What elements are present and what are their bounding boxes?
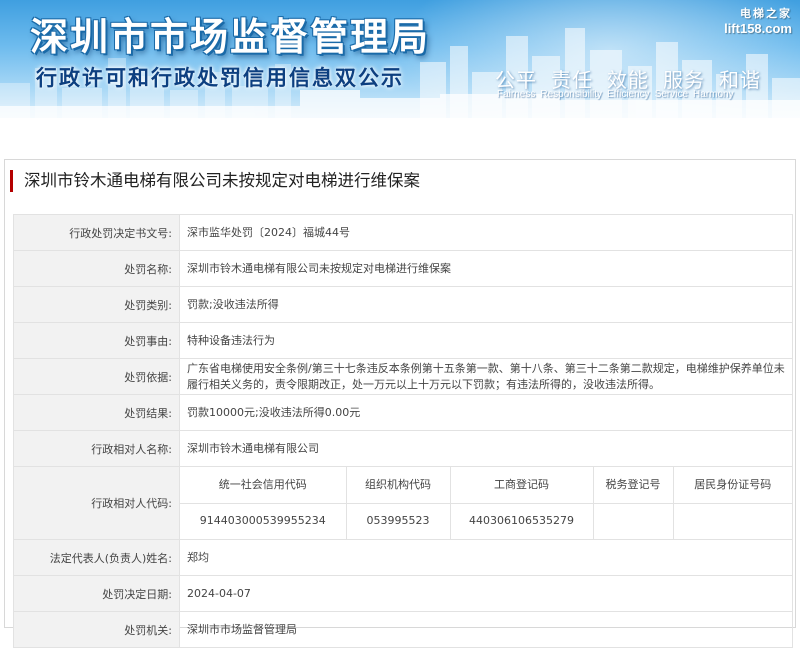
- decision-no-label: 行政处罚决定书文号:: [13, 214, 180, 251]
- id-card-value: [672, 502, 792, 539]
- business-reg-value: 440306106535279: [449, 502, 594, 539]
- motto-en-item: Harmony: [693, 89, 734, 100]
- motto-en-item: Fairness: [497, 89, 536, 100]
- code-header: 统一社会信用代码: [180, 467, 347, 504]
- legal-rep-value: 郑均: [179, 539, 793, 576]
- case-detail-panel: 深圳市铃木通电梯有限公司未按规定对电梯进行维保案 行政处罚决定书文号: 深市监华…: [4, 159, 796, 648]
- legal-rep-label: 法定代表人(负责人)姓名:: [13, 539, 180, 576]
- penalty-result-label: 处罚结果:: [13, 394, 180, 431]
- penalty-type-label: 处罚类别:: [13, 286, 180, 323]
- banner-title: 深圳市市场监督管理局: [30, 15, 431, 59]
- table-row: 处罚依据: 广东省电梯使用安全条例/第三十七条违反本条例第十五条第一款、第十八条…: [13, 358, 793, 395]
- authority-value: 深圳市市场监督管理局: [179, 611, 793, 648]
- motto-en-item: Service: [654, 89, 689, 100]
- motto-en-item: Efficiency: [607, 89, 650, 100]
- party-code-table: 统一社会信用代码 组织机构代码 工商登记码 税务登记号 居民身份证号码 9144…: [180, 467, 792, 539]
- banner-motto-english: Fairness Responsibility Efficiency Service H…: [497, 89, 739, 100]
- penalty-name-value: 深圳市铃木通电梯有限公司未按规定对电梯进行维保案: [179, 250, 793, 287]
- party-name-label: 行政相对人名称:: [13, 430, 180, 467]
- credit-code-value: 914403000539955234: [180, 502, 347, 539]
- penalty-reason-value: 特种设备违法行为: [179, 322, 793, 359]
- watermark-brand: 电梯之家: [740, 8, 792, 20]
- code-header: 组织机构代码: [345, 467, 451, 504]
- party-code-label: 行政相对人代码:: [13, 466, 180, 540]
- penalty-result-value: 罚款10000元;没收违法所得0.00元: [179, 394, 793, 431]
- table-row: 法定代表人(负责人)姓名: 郑均: [13, 539, 793, 576]
- banner-subtitle: 行政许可和行政处罚信用信息双公示: [36, 66, 404, 90]
- party-name-value: 深圳市铃木通电梯有限公司: [179, 430, 793, 467]
- decision-date-value: 2024-04-07: [179, 575, 793, 612]
- code-header: 居民身份证号码: [672, 467, 792, 504]
- table-row: 处罚名称: 深圳市铃木通电梯有限公司未按规定对电梯进行维保案: [13, 250, 793, 287]
- code-header: 工商登记码: [449, 467, 594, 504]
- decision-no-value: 深市监华处罚〔2024〕福城44号: [179, 214, 793, 251]
- authority-label: 处罚机关:: [13, 611, 180, 648]
- table-row: 行政相对人代码: 统一社会信用代码 组织机构代码 工商登记码 税务登记号 居民身…: [13, 466, 793, 540]
- penalty-name-label: 处罚名称:: [13, 250, 180, 287]
- table-row: 处罚决定日期: 2024-04-07: [13, 575, 793, 612]
- code-header-row: 统一社会信用代码 组织机构代码 工商登记码 税务登记号 居民身份证号码: [180, 467, 792, 504]
- table-row: 处罚结果: 罚款10000元;没收违法所得0.00元: [13, 394, 793, 431]
- penalty-reason-label: 处罚事由:: [13, 322, 180, 359]
- header-banner: 深圳市市场监督管理局 行政许可和行政处罚信用信息双公示 公平 责任 效能 服务 和谐 F…: [0, 0, 800, 118]
- table-row: 处罚类别: 罚款;没收违法所得: [13, 286, 793, 323]
- tax-reg-value: [592, 502, 674, 539]
- org-code-value: 053995523: [345, 502, 451, 539]
- penalty-type-value: 罚款;没收违法所得: [179, 286, 793, 323]
- party-code-cell: 统一社会信用代码 组织机构代码 工商登记码 税务登记号 居民身份证号码 9144…: [179, 466, 793, 540]
- penalty-basis-label: 处罚依据:: [13, 358, 180, 395]
- table-row: 处罚机关: 深圳市市场监督管理局: [13, 611, 793, 648]
- code-header: 税务登记号: [592, 467, 674, 504]
- decision-date-label: 处罚决定日期:: [13, 575, 180, 612]
- case-title: 深圳市铃木通电梯有限公司未按规定对电梯进行维保案: [10, 170, 420, 192]
- site-watermark: 电梯之家 lift158.com: [724, 5, 792, 36]
- motto-en-item: Responsibility: [540, 89, 603, 100]
- watermark-url: lift158.com: [724, 21, 792, 36]
- penalty-basis-value: 广东省电梯使用安全条例/第三十七条违反本条例第十五条第一款、第十八条、第三十二条…: [179, 358, 793, 395]
- table-row: 行政相对人名称: 深圳市铃木通电梯有限公司: [13, 430, 793, 467]
- table-row: 行政处罚决定书文号: 深市监华处罚〔2024〕福城44号: [13, 214, 793, 251]
- case-info-table: 行政处罚决定书文号: 深市监华处罚〔2024〕福城44号 处罚名称: 深圳市铃木…: [13, 214, 793, 648]
- code-value-row: 914403000539955234 053995523 44030610653…: [180, 502, 792, 539]
- table-row: 处罚事由: 特种设备违法行为: [13, 322, 793, 359]
